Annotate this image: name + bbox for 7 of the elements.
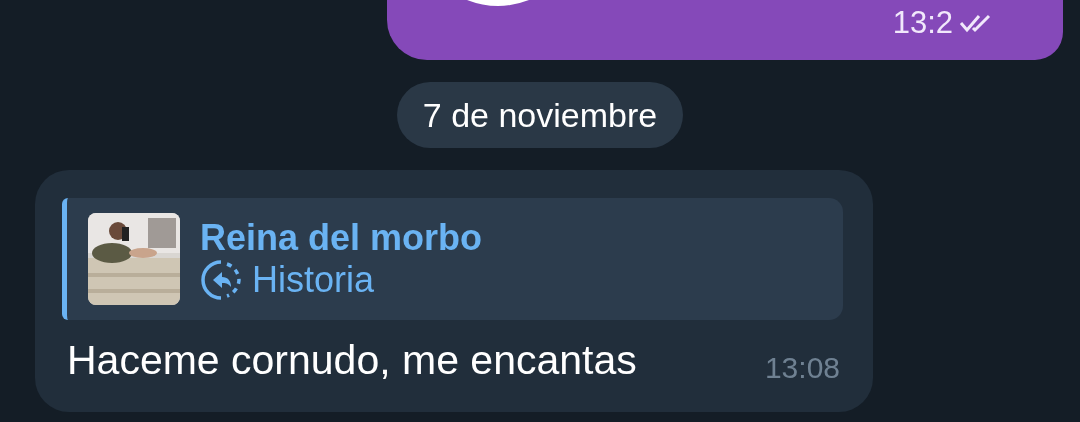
reply-author: Reina del morbo [200, 217, 483, 259]
message-time: 13:2 [892, 3, 953, 42]
date-separator: 7 de noviembre [396, 82, 684, 148]
reply-label: Historia [252, 259, 375, 301]
message-time: 13:08 [764, 350, 840, 386]
reply-quote[interactable]: Reina del morbo Historia [62, 198, 843, 320]
message-text: Haceme cornudo, me encantas [66, 336, 637, 385]
